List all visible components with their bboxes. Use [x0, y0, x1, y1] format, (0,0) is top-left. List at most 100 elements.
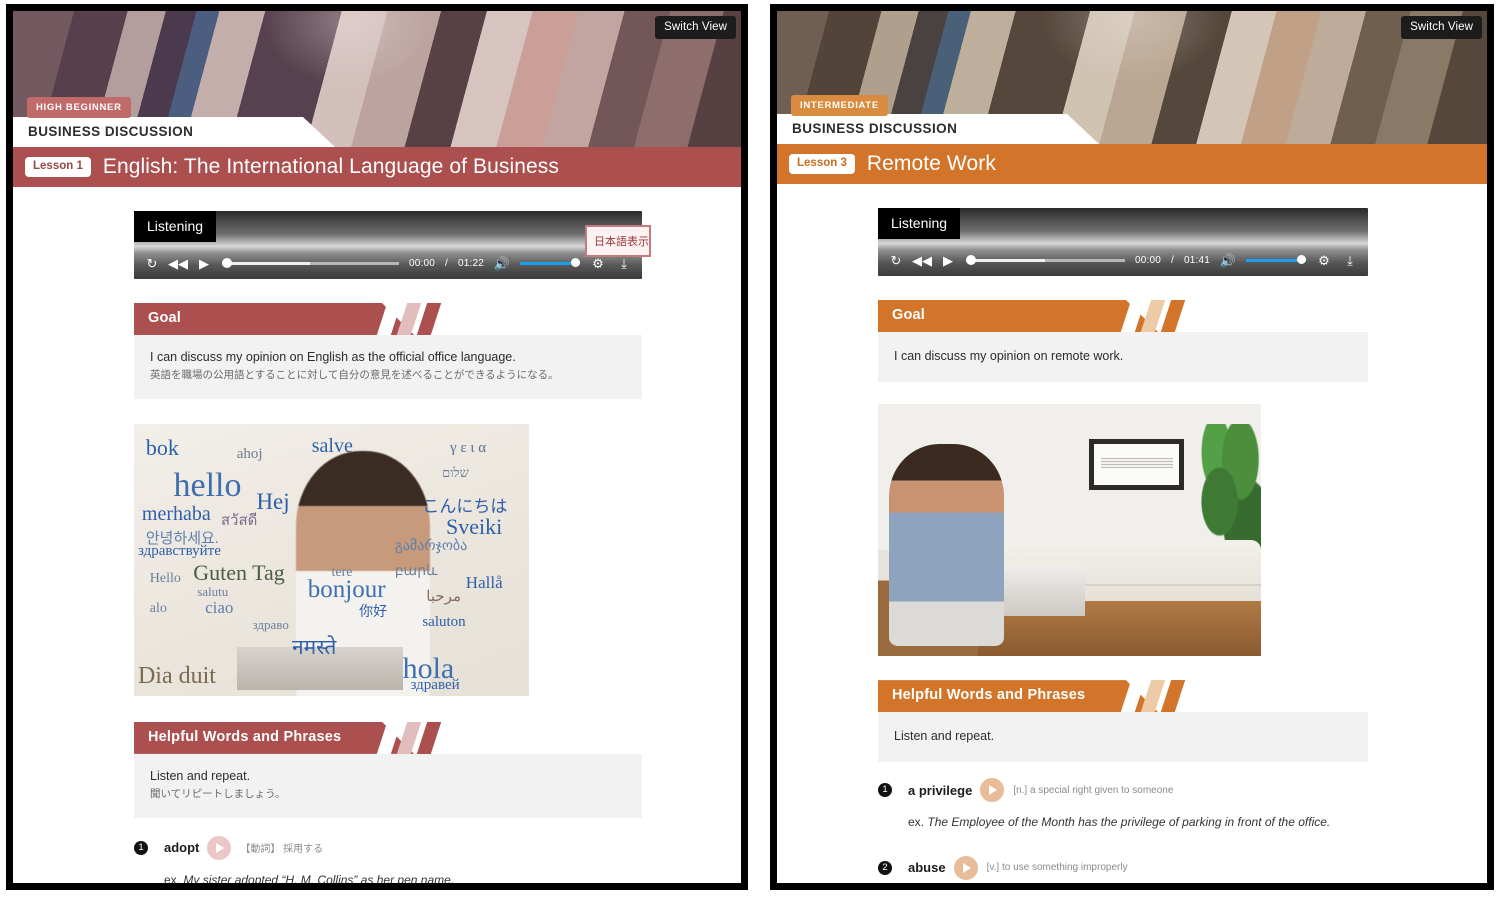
level-badge: INTERMEDIATE	[791, 95, 888, 116]
lesson-title: English: The International Language of B…	[102, 155, 559, 178]
seek-buffer	[222, 262, 311, 265]
volume-slider[interactable]	[1246, 255, 1306, 264]
course-name: BUSINESS DISCUSSION	[792, 121, 958, 136]
duration: 01:22	[457, 257, 484, 269]
gear-icon[interactable]: ⚙	[590, 255, 606, 271]
word-cloud-term: გამარჯობა	[394, 539, 468, 555]
word-audio-play-icon[interactable]	[980, 778, 1005, 803]
current-time: 00:00	[408, 257, 435, 269]
level-badge: HIGH BEGINNER	[27, 97, 131, 118]
vocab-section-header: Helpful Words and Phrases	[134, 721, 642, 754]
word-cloud-term: γ ε ι α	[450, 440, 487, 457]
rewind-icon[interactable]: ◀◀	[168, 255, 188, 271]
vocab-word: adopt	[164, 840, 200, 856]
lesson-panel-right: Switch View INTERMEDIATE BUSINESS DISCUS…	[770, 4, 1494, 890]
goal-body: I can discuss my opinion on remote work.	[878, 332, 1368, 383]
time-separator: /	[1170, 254, 1174, 266]
seek-handle[interactable]	[966, 255, 976, 265]
seek-handle[interactable]	[222, 258, 232, 268]
example-sentence: My sister adopted “H. M. Collins” as her…	[183, 872, 455, 883]
photo-laptop	[992, 565, 1085, 616]
volume-handle[interactable]	[1297, 255, 1306, 264]
photo-picture-frame	[1088, 439, 1185, 490]
vocab-intro-body: Listen and repeat.	[878, 712, 1368, 763]
vocab-heading: Helpful Words and Phrases	[892, 687, 1086, 704]
word-audio-play-icon[interactable]	[207, 835, 232, 860]
word-cloud-term: здравей	[410, 676, 460, 693]
lesson-title-bar: Lesson 3 Remote Work	[777, 144, 1487, 184]
word-audio-play-icon[interactable]	[953, 855, 978, 880]
word-cloud-term: saluton	[422, 614, 466, 631]
volume-icon[interactable]: 🔊	[494, 255, 510, 271]
switch-view-button[interactable]: Switch View	[655, 16, 736, 39]
vocab-word: abuse	[908, 860, 946, 876]
gear-icon[interactable]: ⚙	[1316, 252, 1332, 268]
word-cloud-term: здраво	[252, 616, 289, 632]
word-cloud-term: Hej	[256, 489, 290, 515]
word-cloud-term: merhaba	[141, 502, 211, 525]
word-cloud-term: salve	[311, 434, 353, 457]
word-cloud-term: hello	[173, 467, 242, 505]
volume-slider[interactable]	[520, 258, 580, 267]
lesson-panel-left: Switch View HIGH BEGINNER BUSINESS DISCU…	[6, 4, 748, 890]
japanese-display-toggle[interactable]: 日本語表示	[585, 225, 651, 257]
replay-icon[interactable]: ↻	[888, 252, 904, 268]
word-cloud-term: բարև	[394, 563, 438, 579]
course-name-strip: BUSINESS DISCUSSION	[777, 114, 1117, 144]
item-number: 1	[134, 840, 148, 855]
word-cloud-term: Dia duit	[137, 663, 216, 690]
course-name-strip: BUSINESS DISCUSSION	[13, 117, 353, 147]
goal-text-jp: 英語を職場の公用語とすることに対して自分の意見を述べることができるようになる。	[150, 369, 559, 382]
vocab-word: a privilege	[908, 782, 973, 798]
switch-view-button[interactable]: Switch View	[1401, 16, 1482, 39]
word-cloud-term: Hello	[149, 570, 181, 586]
vocab-part-of-speech: 【動詞】 採用する	[240, 844, 324, 856]
player-mode-tab: Listening	[878, 208, 961, 239]
replay-icon[interactable]: ↻	[144, 255, 160, 271]
header-stripe-3	[1160, 300, 1186, 332]
vocab-heading: Helpful Words and Phrases	[148, 728, 342, 745]
word-cloud-term: ciao	[205, 597, 234, 617]
vocab-intro-en: Listen and repeat.	[150, 768, 251, 783]
word-cloud-term: สวัสดี	[220, 513, 258, 530]
word-cloud-term: alo	[149, 600, 167, 616]
time-separator: /	[444, 257, 448, 269]
word-cloud-term: bok	[145, 434, 179, 460]
lesson-title-bar: Lesson 1 English: The International Lang…	[13, 147, 741, 187]
volume-handle[interactable]	[571, 258, 580, 267]
download-icon[interactable]: ⤓	[616, 255, 632, 271]
hero-banner-left: Switch View HIGH BEGINNER BUSINESS DISCU…	[13, 11, 741, 147]
lesson-number-badge: Lesson 1	[25, 156, 91, 178]
download-icon[interactable]: ⤓	[1342, 252, 1358, 268]
lesson-image-remote-work	[878, 404, 1261, 657]
play-icon[interactable]: ▶	[196, 255, 212, 271]
vocab-intro-en: Listen and repeat.	[894, 729, 995, 744]
vocab-part-of-speech: [n.] a special right given to someone	[1013, 784, 1174, 796]
rewind-icon[interactable]: ◀◀	[912, 252, 932, 268]
goal-section-header: Goal	[878, 300, 1368, 332]
example-label: ex.	[164, 872, 181, 883]
audio-player[interactable]: Listening ↻ ◀◀ ▶ 00:00 / 01:22 🔊 ⚙ ⤓ 日本語…	[134, 211, 651, 279]
screenshot-stage: Switch View HIGH BEGINNER BUSINESS DISCU…	[0, 0, 1506, 898]
audio-player[interactable]: Listening ↻ ◀◀ ▶ 00:00 / 01:41 🔊 ⚙ ⤓	[878, 208, 1368, 276]
photo-man-on-phone	[889, 444, 1005, 647]
goal-section-header: Goal	[134, 303, 642, 335]
vocab-example: ex. My sister adopted “H. M. Collins” as…	[164, 872, 642, 883]
seek-slider[interactable]	[222, 258, 399, 268]
header-stripe-3	[416, 303, 442, 335]
word-cloud-term: שלום	[442, 464, 469, 480]
vocab-section-header: Helpful Words and Phrases	[878, 680, 1368, 713]
volume-icon[interactable]: 🔊	[1220, 252, 1236, 268]
word-cloud-term: ahoj	[236, 445, 263, 462]
player-mode-tab: Listening	[134, 211, 217, 242]
hero-banner-right: Switch View INTERMEDIATE BUSINESS DISCUS…	[777, 11, 1487, 144]
vocabulary-list: 1 a privilege [n.] a special right given…	[878, 778, 1368, 883]
word-cloud-term: Hallå	[465, 573, 503, 593]
lesson-body-left: Listening ↻ ◀◀ ▶ 00:00 / 01:22 🔊 ⚙ ⤓ 日本語…	[13, 187, 741, 883]
current-time: 00:00	[1134, 254, 1161, 266]
lesson-title: Remote Work	[866, 152, 996, 175]
vocabulary-item: 1 a privilege [n.] a special right given…	[878, 778, 1368, 831]
seek-slider[interactable]	[966, 255, 1125, 265]
vocab-example: ex. The Employee of the Month has the pr…	[908, 814, 1368, 831]
play-icon[interactable]: ▶	[940, 252, 956, 268]
